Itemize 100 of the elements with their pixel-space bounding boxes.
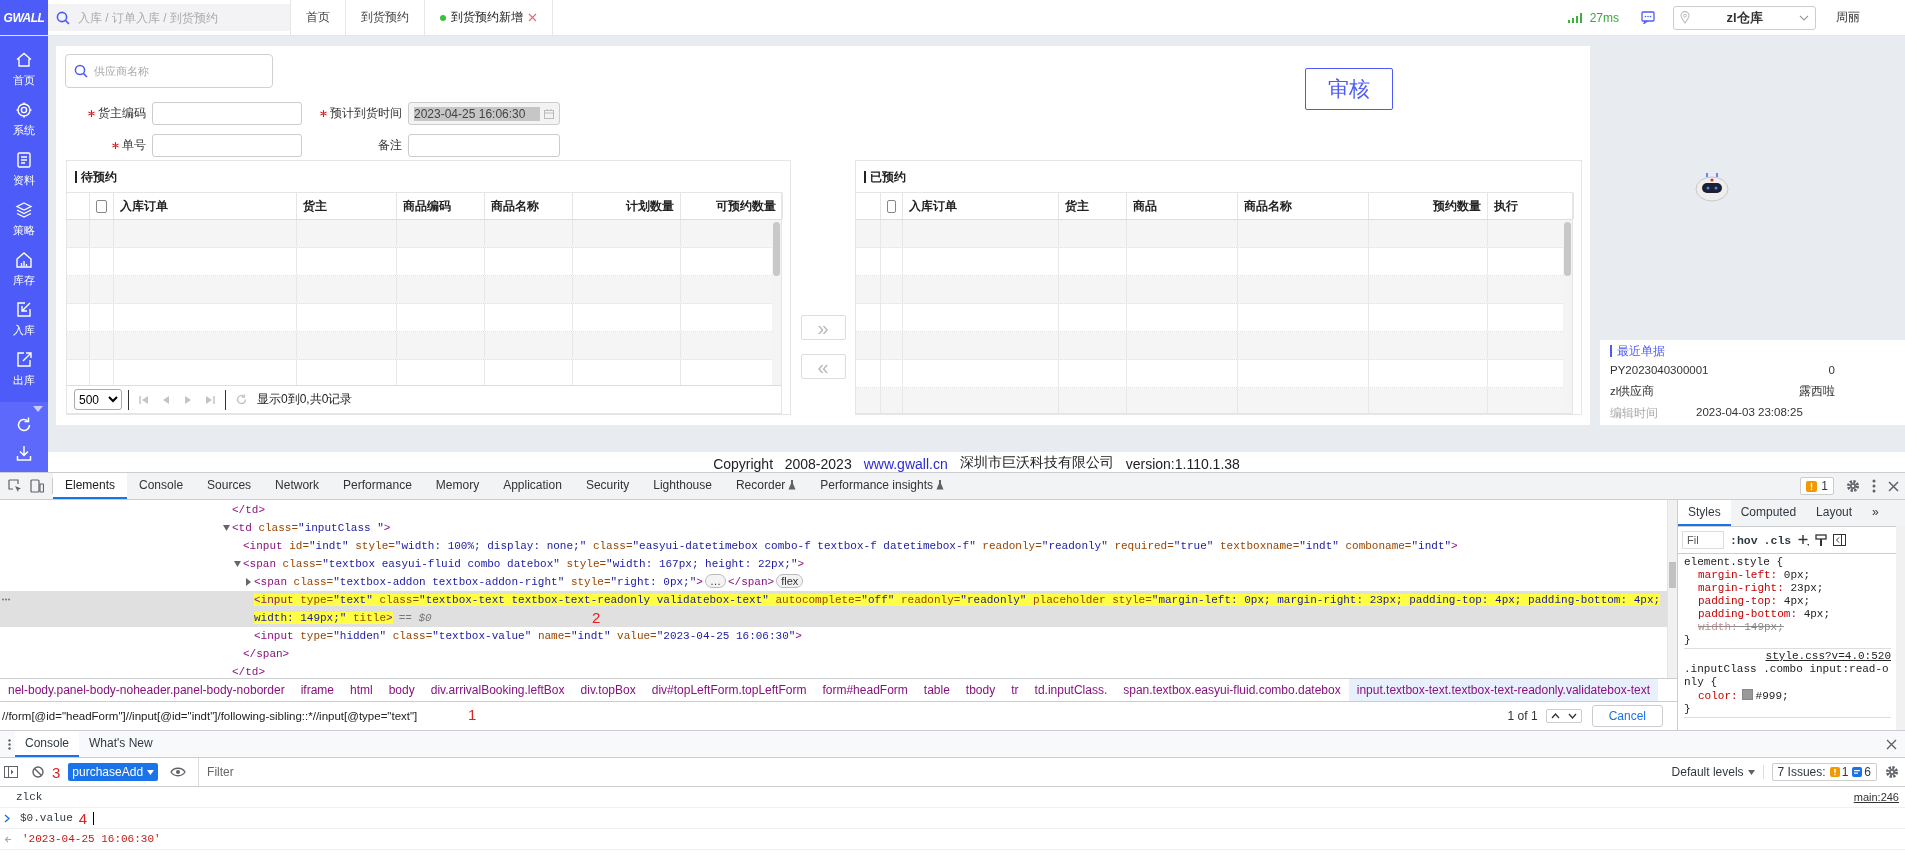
layout-badge[interactable]: flex <box>776 574 804 588</box>
styles-tab[interactable]: Computed <box>1730 500 1807 526</box>
devtools-tab[interactable]: Performance <box>331 473 424 499</box>
source-link[interactable]: main:246 <box>1853 791 1899 803</box>
breadcrumb[interactable]: tbody <box>957 679 1004 701</box>
breadcrumb[interactable]: div.arrivalBooking.leftBox <box>422 679 573 701</box>
issues-button[interactable]: 7 Issues: 1 6 <box>1771 763 1877 781</box>
styles-tab[interactable]: Layout <box>1806 500 1863 526</box>
console-filter-box[interactable]: Filter <box>198 758 1664 786</box>
close-icon[interactable] <box>1888 480 1899 492</box>
breadcrumb[interactable]: html <box>342 679 381 701</box>
css-declaration: padding-top: 4px; <box>1697 595 1812 608</box>
input-field[interactable] <box>408 134 560 157</box>
devtools-tab[interactable]: Security <box>573 473 642 499</box>
nav-item[interactable]: 出库 <box>0 344 48 394</box>
supplier-search-field[interactable]: 供应商名称 <box>94 64 264 78</box>
color-swatch-icon[interactable] <box>1741 689 1753 700</box>
console-input[interactable]: $0.value <box>20 812 73 824</box>
devtools-tab[interactable]: Application <box>491 473 574 499</box>
devtools-tab[interactable]: Elements <box>53 473 128 499</box>
input-field[interactable] <box>152 102 302 125</box>
checkbox[interactable] <box>887 199 896 213</box>
issues-button[interactable]: 1 <box>1800 477 1834 495</box>
review-button[interactable]: 审核 <box>1305 68 1393 110</box>
devtools-tab[interactable]: Memory <box>423 473 492 499</box>
device-icon[interactable] <box>30 479 44 493</box>
styles-tab[interactable]: Styles <box>1678 500 1731 526</box>
refresh-icon[interactable] <box>15 416 33 434</box>
log-levels-dropdown[interactable]: Default levels <box>1671 765 1764 779</box>
sidebar-toggle-icon[interactable] <box>1833 534 1847 546</box>
nav-item[interactable]: 策略 <box>0 194 48 244</box>
input-field[interactable] <box>152 134 302 157</box>
breadcrumb[interactable]: td.inputClass. <box>1026 679 1116 701</box>
hover-state-button[interactable]: :hov <box>1730 533 1758 547</box>
search-field[interactable]: //form[@id="headForm"]//input[@id="indt"]/following-sibling::*//input[@type="text"] <box>0 702 418 730</box>
prompt-chevron-icon <box>4 813 10 823</box>
nav-item[interactable]: 资料 <box>0 144 48 194</box>
breadcrumb[interactable]: div#topLeftForm.topLeftForm <box>643 679 815 701</box>
clear-console-icon[interactable] <box>32 766 44 778</box>
context-select[interactable]: purchaseAdd <box>68 763 159 781</box>
expand-button[interactable]: … <box>704 574 726 588</box>
devtools-tab[interactable]: Sources <box>195 473 264 499</box>
breadcrumb[interactable]: div.topBox <box>572 679 644 701</box>
settings-icon[interactable] <box>1846 479 1860 493</box>
search-box[interactable]: 入库 / 订单入库 / 到货预约 <box>48 4 290 31</box>
close-icon[interactable] <box>1886 738 1897 750</box>
breadcrumb[interactable]: input.textbox-text.textbox-text-readonly.validatebox-text <box>1348 679 1658 701</box>
paint-roller-icon[interactable] <box>1815 533 1828 547</box>
breadcrumb[interactable]: form#headForm <box>814 679 916 701</box>
css-declaration: padding-bottom: 4px; <box>1697 608 1832 621</box>
scrollbar[interactable] <box>1667 500 1677 678</box>
source-link[interactable]: style.css?v=4.0:520 <box>1765 650 1891 663</box>
page-size-select[interactable]: 500 <box>74 389 122 410</box>
breadcrumb[interactable]: tr <box>1003 679 1027 701</box>
drawer-tab[interactable]: Console <box>15 731 80 757</box>
devtools-tab[interactable]: Recorder <box>723 473 809 499</box>
nav-item[interactable]: 首页 <box>0 44 48 94</box>
chat-icon[interactable] <box>1641 11 1655 24</box>
scrollbar[interactable] <box>772 220 781 385</box>
breadcrumb[interactable]: iframe <box>292 679 342 701</box>
page-tab[interactable]: 首页 <box>291 0 346 35</box>
devtools-tab[interactable]: Network <box>263 473 332 499</box>
date-field[interactable]: 2023-04-25 16:06:30 <box>408 102 560 125</box>
more-options-icon[interactable] <box>1872 479 1876 493</box>
devtools-tab[interactable]: Performance insights <box>808 473 957 499</box>
scrollbar[interactable] <box>1563 220 1572 413</box>
breadcrumb[interactable]: nel-body.panel-body-noheader.panel-body-noborder <box>0 679 293 701</box>
settings-icon[interactable] <box>1885 765 1899 779</box>
drawer-tab[interactable]: What's New <box>79 731 163 757</box>
nav-item[interactable]: 系统 <box>0 94 48 144</box>
breadcrumb[interactable]: span.textbox.easyui-fluid.combo.datebox <box>1115 679 1349 701</box>
inspect-icon[interactable] <box>8 479 22 493</box>
more-dots-icon[interactable] <box>8 738 11 750</box>
expanded-triangle-icon[interactable] <box>222 524 232 533</box>
cancel-button[interactable]: Cancel <box>1591 705 1663 727</box>
devtools-tab[interactable]: Lighthouse <box>641 473 724 499</box>
site-link[interactable]: www.gwall.cn <box>863 456 948 472</box>
supplier-search-box[interactable]: 供应商名称 <box>65 54 273 88</box>
nav-item[interactable]: 库存 <box>0 244 48 294</box>
devtools-tab[interactable]: Console <box>127 473 196 499</box>
caret-down-icon[interactable] <box>33 406 43 412</box>
close-icon[interactable] <box>528 13 537 22</box>
scrollbar[interactable] <box>1896 526 1905 730</box>
checkbox[interactable] <box>96 199 107 213</box>
column-header: 预约数量 <box>1369 193 1488 219</box>
breadcrumb[interactable]: body <box>380 679 423 701</box>
download-icon[interactable] <box>15 444 33 462</box>
filter-box[interactable]: Fil <box>1682 531 1724 549</box>
sidebar-toggle-icon[interactable] <box>4 766 18 778</box>
nav-item[interactable]: 入库 <box>0 294 48 344</box>
class-button[interactable]: .cls <box>1763 533 1792 547</box>
dom-node-text: <td class="inputClass "> <box>232 522 391 534</box>
expanded-triangle-icon[interactable] <box>233 560 243 569</box>
more-tabs-button[interactable]: » <box>1862 500 1889 526</box>
plus-icon[interactable] <box>1797 534 1810 546</box>
breadcrumb[interactable]: table <box>915 679 958 701</box>
warehouse-dropdown[interactable]: zl仓库 <box>1673 5 1816 30</box>
user-name[interactable]: 周丽 <box>1836 9 1860 26</box>
search-field[interactable]: 入库 / 订单入库 / 到货预约 <box>76 9 282 26</box>
eye-icon[interactable] <box>170 767 187 777</box>
